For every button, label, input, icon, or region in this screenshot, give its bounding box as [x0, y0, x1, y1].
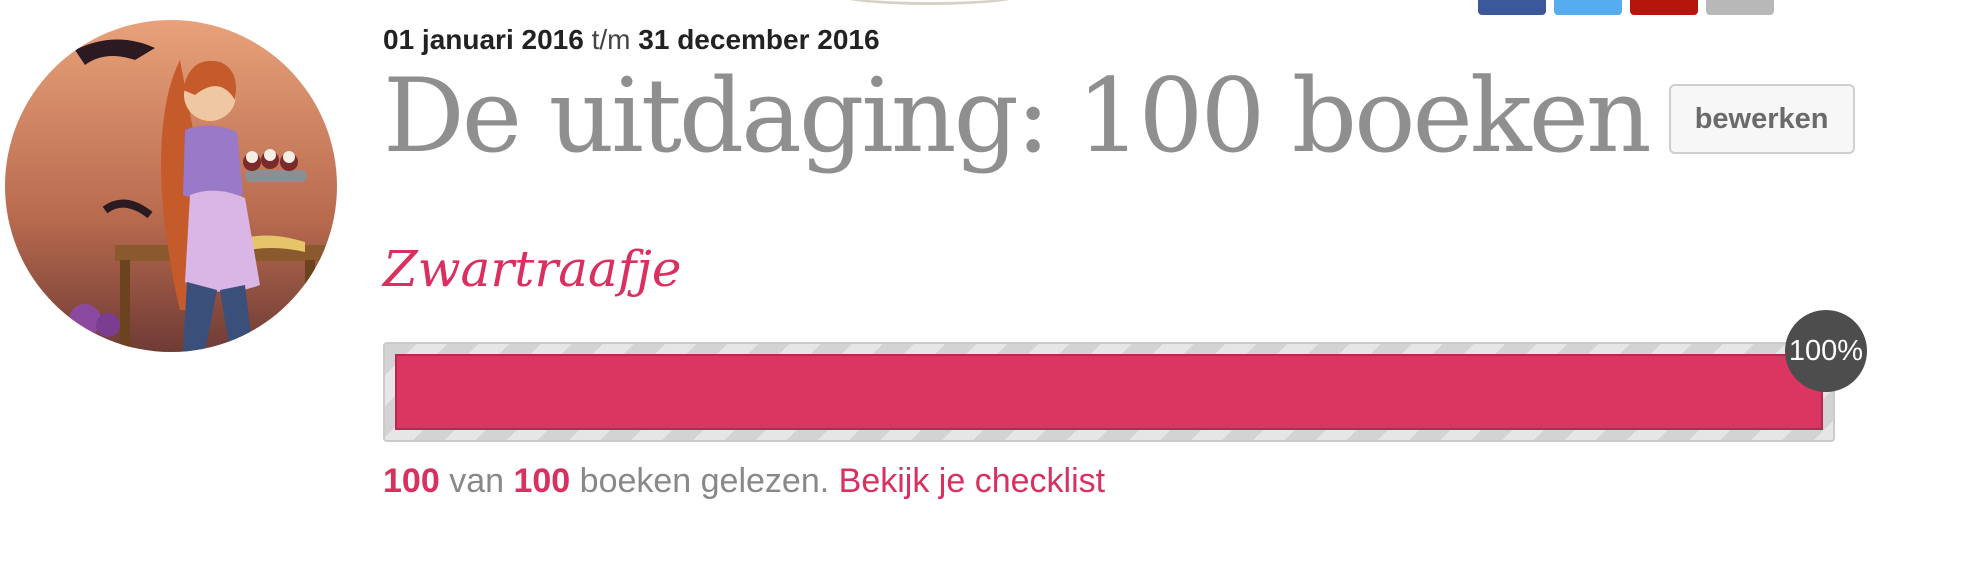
title-row: De uitdaging: 100 boeken bewerken: [383, 66, 1855, 168]
page-title: De uitdaging: 100 boeken: [383, 57, 1652, 176]
date-separator: t/m: [591, 24, 631, 55]
read-text: boeken gelezen.: [579, 462, 830, 500]
email-share-button[interactable]: [1706, 0, 1774, 15]
avatar[interactable]: [5, 20, 337, 352]
of-text: van: [449, 462, 505, 500]
read-count: 100: [383, 462, 440, 500]
twitter-share-button[interactable]: [1554, 0, 1622, 15]
progress-summary: 100 van 100 boeken gelezen. Bekijk je ch…: [383, 462, 1105, 501]
progress-fill: [395, 354, 1823, 430]
facebook-share-button[interactable]: [1478, 0, 1546, 15]
header-decoration: [830, 0, 1030, 5]
user-name-link[interactable]: Zwartraafje: [383, 240, 681, 298]
checklist-link[interactable]: Bekijk je checklist: [839, 462, 1105, 500]
end-date: 31 december 2016: [638, 24, 880, 55]
progress-percent-badge: 100%: [1785, 310, 1867, 392]
pinterest-share-button[interactable]: [1630, 0, 1698, 15]
share-bar: [1478, 0, 1774, 15]
goal-count: 100: [513, 462, 571, 500]
progress-bar: [383, 342, 1835, 442]
edit-button[interactable]: bewerken: [1668, 84, 1855, 154]
challenge-period: 01 januari 2016 t/m 31 december 2016: [383, 24, 880, 56]
user-avatar-illustration: [5, 20, 337, 352]
start-date: 01 januari 2016: [383, 24, 584, 55]
